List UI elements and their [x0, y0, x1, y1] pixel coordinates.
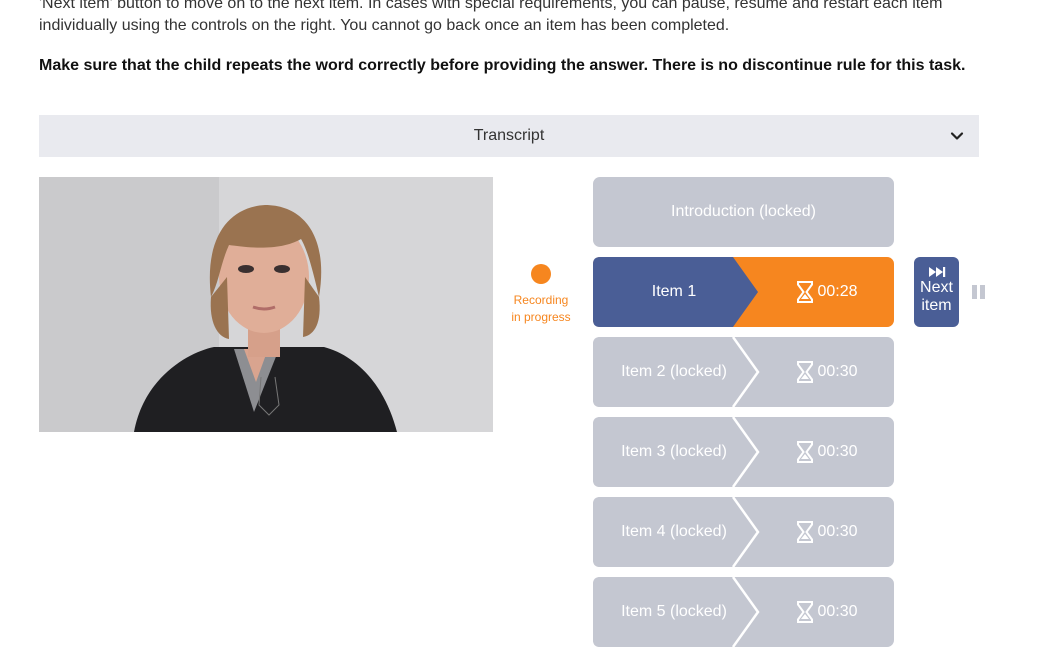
item-row[interactable]: Item 1 00:28	[593, 257, 894, 327]
video-player[interactable]	[39, 177, 493, 432]
transcript-toggle[interactable]: Transcript	[39, 115, 979, 157]
hourglass-icon	[797, 281, 814, 303]
item-timer: 00:30	[761, 577, 894, 647]
item-label: Item 1	[651, 283, 697, 300]
recording-label-line2: in progress	[511, 310, 571, 324]
hourglass-icon	[797, 601, 814, 623]
timer-value: 00:30	[817, 523, 858, 540]
introduction-item: Introduction (locked)	[593, 177, 894, 247]
item-row: Item 3 (locked) 00:30	[593, 417, 894, 487]
chevron-down-icon	[950, 132, 964, 140]
hourglass-icon	[797, 361, 814, 383]
recording-status: Recording in progress	[503, 264, 579, 326]
hourglass-icon	[797, 441, 814, 463]
timer-value: 00:30	[817, 603, 858, 620]
recording-label-line1: Recording	[513, 293, 569, 307]
item-label: Item 4 (locked)	[621, 523, 727, 540]
task-rule-instruction: Make sure that the child repeats the wor…	[39, 57, 966, 74]
timer-value: 00:30	[817, 443, 858, 460]
item-label: Item 5 (locked)	[621, 603, 727, 620]
item-timer: 00:30	[761, 497, 894, 567]
hourglass-icon	[797, 521, 814, 543]
item-row: Item 2 (locked) 00:30	[593, 337, 894, 407]
presenter-video-frame	[39, 177, 493, 432]
item-row: Item 4 (locked) 00:30	[593, 497, 894, 567]
item-timer: 00:30	[761, 417, 894, 487]
skip-forward-icon	[928, 267, 945, 277]
item-row: Item 5 (locked) 00:30	[593, 577, 894, 647]
next-item-label-line1: Next	[920, 279, 953, 296]
item-timer: 00:28	[761, 257, 894, 327]
item-timer: 00:30	[761, 337, 894, 407]
item-label: Item 2 (locked)	[621, 363, 727, 380]
introduction-label: Introduction (locked)	[671, 203, 816, 220]
intro-instructions: 'Next item' button to move on to the nex…	[39, 0, 943, 34]
next-item-button[interactable]: Next item	[914, 257, 959, 327]
recording-dot-icon	[531, 264, 551, 284]
next-item-label-line2: item	[921, 297, 952, 314]
transcript-label: Transcript	[473, 127, 545, 144]
timer-value: 00:30	[817, 363, 858, 380]
timer-value: 00:28	[817, 283, 858, 300]
pause-icon[interactable]	[971, 284, 987, 300]
item-label: Item 3 (locked)	[621, 443, 727, 460]
